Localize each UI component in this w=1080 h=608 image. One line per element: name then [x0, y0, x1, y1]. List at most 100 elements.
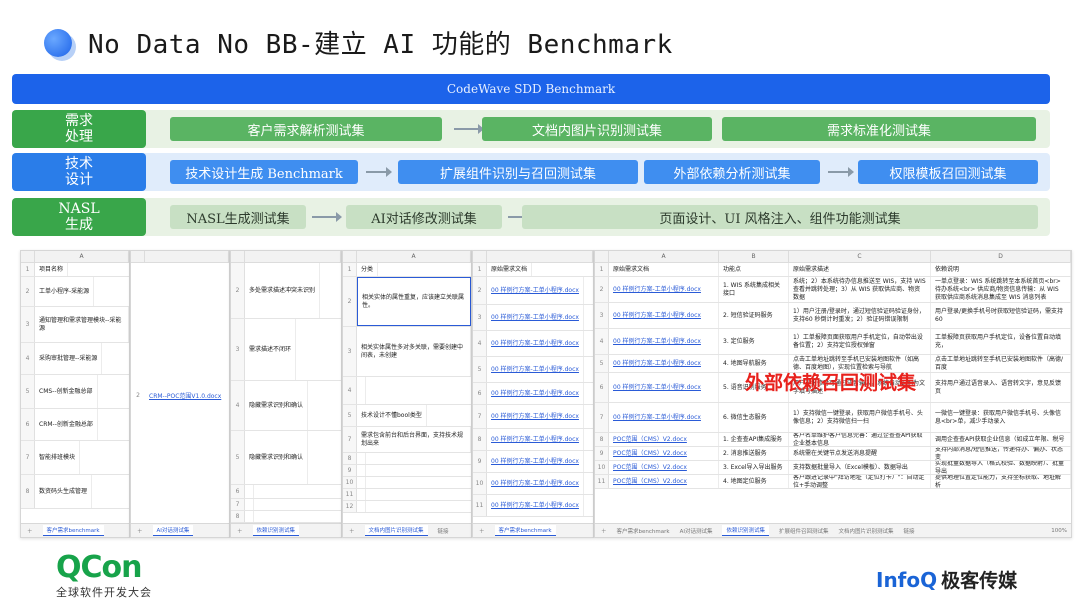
arrow [366, 167, 392, 177]
cell[interactable]: CMS--创新金融总部 [35, 375, 98, 408]
row-number: 3 [595, 303, 609, 328]
doc-link[interactable]: 00 样例行方案-工单小程序.docx [609, 373, 719, 402]
cell[interactable]: 数资码头生成管理 [35, 475, 93, 508]
cell[interactable]: 原始需求描述 [789, 263, 931, 276]
cell[interactable]: 支持用户通过语音录入、语音转文字，意见反馈页 [931, 373, 1071, 402]
cell[interactable]: 点击工单地址跳转至手机已安装地图软件（高德/百度 [931, 355, 1071, 372]
zoom-level[interactable]: 100% [1051, 528, 1071, 534]
cell-selected[interactable]: 相关实体的属性重复，应该建立关联属性。 [357, 277, 471, 326]
sheet-dependency: 2 多处需求描述冲突未识别 3 需求描述不闭环 4 隐藏需求识别和确认 5 隐藏需求识别… [230, 250, 342, 538]
cell[interactable]: 4. 地图定位服务 [719, 475, 789, 488]
sheet-tab[interactable]: 依赖识别测试集 [252, 525, 300, 536]
sheet-tab[interactable]: AI对话测试集 [680, 527, 713, 535]
cell[interactable]: 1）用户注册/登录时，通过短信验证码验证身份，支持60 秒倒计时重发；2）验证码… [789, 303, 931, 328]
doc-link[interactable]: 00 样例行方案-工单小程序.docx [487, 495, 584, 516]
cell[interactable]: 项目名称 [35, 263, 69, 276]
cell[interactable] [245, 499, 254, 510]
cell[interactable]: 1）工单报障页面获取用户手机定位，自动带出设备位置；2）支持定位授权弹窗 [789, 329, 931, 354]
doc-link[interactable]: 00 样例行方案-工单小程序.docx [609, 277, 719, 302]
cell[interactable]: CRM--创新金融总部 [35, 409, 98, 440]
sheet-tab[interactable]: 链接 [438, 527, 449, 535]
sheet-tab[interactable]: 客户需求benchmark [42, 525, 104, 536]
cell[interactable]: 一微信一键登录：获取用户微信手机号、头像信息<br>单，减少手动录入 [931, 403, 1071, 432]
cell[interactable]: 原始需求文档 [609, 263, 719, 276]
cell[interactable]: 智能排班模块 [35, 441, 81, 474]
cell[interactable] [357, 377, 366, 404]
cell[interactable]: 隐藏需求识别和确认 [245, 431, 309, 484]
sheet-tab[interactable]: 文档内图片识别测试集 [838, 527, 893, 535]
doc-link[interactable]: 00 样例行方案-工单小程序.docx [487, 277, 584, 304]
cell[interactable]: 实现批量数据导入（格式校验、数据映射）、批量导出 [931, 461, 1071, 474]
doc-link[interactable]: 00 样例行方案-工单小程序.docx [487, 305, 584, 330]
doc-link[interactable]: 00 样例行方案-工单小程序.docx [487, 451, 584, 472]
cell[interactable]: 技术设计不懂bool类型 [357, 405, 427, 426]
cell[interactable]: 1. WIS 系统集成相关接口 [719, 277, 789, 302]
sheet-tab[interactable]: 客户需求benchmark [617, 527, 670, 535]
cell[interactable]: 通知管理和需求管理模块--采能源 [35, 307, 129, 342]
doc-link[interactable]: 00 样例行方案-工单小程序.docx [487, 383, 584, 404]
doc-link[interactable]: 00 样例行方案-工单小程序.docx [487, 331, 584, 356]
doc-link[interactable]: 00 样例行方案-工单小程序.docx [487, 405, 584, 428]
add-sheet-icon[interactable]: ＋ [237, 527, 243, 535]
doc-link[interactable]: 00 样例行方案-工单小程序.docx [487, 473, 584, 494]
cell[interactable]: 需求描述不闭环 [245, 319, 297, 380]
cell[interactable] [357, 477, 366, 488]
cell[interactable]: 相关实体属性多对多关联，需要创建中间表，未创建 [357, 327, 471, 376]
cell[interactable] [357, 453, 366, 464]
add-sheet-icon[interactable]: ＋ [137, 527, 143, 535]
cell[interactable] [357, 465, 366, 476]
doc-link[interactable]: POC范围（CMS）V2.docx [609, 447, 719, 460]
cell[interactable]: 隐藏需求识别和确认 [245, 381, 309, 430]
cell[interactable]: 3. Excel导入导出服务 [719, 461, 789, 474]
cell[interactable]: 系统需在关键节点发送消息提醒 [789, 447, 931, 460]
cell[interactable]: 支持数据批量导入（Excel模板）、数据导出 [789, 461, 931, 474]
sheet-tab[interactable]: 链接 [904, 527, 915, 535]
doc-link[interactable]: 00 样例行方案-工单小程序.docx [609, 403, 719, 432]
sheet-tab[interactable]: 文档内图片识别测试集 [364, 525, 428, 536]
cell[interactable] [357, 489, 366, 500]
doc-link[interactable]: CRM--POC范围V1.0.docx [149, 391, 221, 400]
cell[interactable]: 2. 消息推送服务 [719, 447, 789, 460]
add-sheet-icon[interactable]: ＋ [479, 527, 485, 535]
doc-link[interactable]: 00 样例行方案-工单小程序.docx [609, 329, 719, 354]
cell[interactable]: 调用企查查API获取企业信息（如成立年限、税号 [931, 433, 1071, 446]
cell[interactable]: 工单小程序-采能源 [35, 277, 95, 306]
cell[interactable]: 客户跟进记录中"拜访地址（定位打卡）"：自动定位+手动调整 [789, 475, 931, 488]
doc-link[interactable]: 00 样例行方案-工单小程序.docx [487, 357, 584, 382]
doc-link[interactable]: POC范围（CMS）V2.docx [609, 475, 719, 488]
add-sheet-icon[interactable]: ＋ [27, 527, 33, 535]
cell[interactable]: 采购审批管理--采能源 [35, 343, 103, 374]
cell[interactable]: 需求包含前台和后台界面，支持技术规划出来 [357, 427, 471, 452]
cell[interactable]: 2. 短信验证码服务 [719, 303, 789, 328]
cell[interactable]: 1. 企查查API集成服务 [719, 433, 789, 446]
cell[interactable]: 系统；2）本系统待办信息推送至 WIS，支持 WIS 查看并跳转处理；3）从 W… [789, 277, 931, 302]
cell[interactable]: 依赖说明 [931, 263, 1071, 276]
doc-link[interactable]: 00 样例行方案-工单小程序.docx [609, 355, 719, 372]
cell[interactable]: 一单点登录：WIS 系统跳转至本系统首页<br> 待办系统<br> 供应商/物资… [931, 277, 1071, 302]
doc-link[interactable]: 00 样例行方案-工单小程序.docx [609, 303, 719, 328]
doc-link[interactable]: POC范围（CMS）V2.docx [609, 433, 719, 446]
add-sheet-icon[interactable]: ＋ [601, 527, 607, 535]
cell[interactable]: 1）支持微信一键登录，获取用户微信手机号、头像信息；2）支持微信扫一扫 [789, 403, 931, 432]
cell[interactable] [245, 511, 254, 522]
cell[interactable]: 工单报障页获取用户手机定位，设备位置自动填充， [931, 329, 1071, 354]
sheet-tab[interactable]: AI对话测试集 [152, 525, 194, 536]
cell[interactable]: 原始需求文档 [487, 263, 533, 276]
cell[interactable] [357, 501, 366, 512]
cell[interactable]: 客户名单维护客户信息完善：通过企查查API获取企业基本信息 [789, 433, 931, 446]
cell[interactable]: 提供地理位置定位能力，支持坐标获取、地址解析 [931, 475, 1071, 488]
doc-link[interactable]: POC范围（CMS）V2.docx [609, 461, 719, 474]
doc-link[interactable]: 00 样例行方案-工单小程序.docx [487, 429, 584, 450]
cell[interactable]: 功能点 [719, 263, 789, 276]
cell[interactable]: 多处需求描述冲突未识别 [245, 263, 321, 318]
add-sheet-icon[interactable]: ＋ [349, 527, 355, 535]
cell[interactable]: 6. 微信生态服务 [719, 403, 789, 432]
cell[interactable] [245, 485, 254, 498]
sheet-tab[interactable]: 客户需求benchmark [494, 525, 556, 536]
sheet-tab-active[interactable]: 依赖识别测试集 [722, 525, 769, 536]
cell[interactable]: 用户登录/更换手机号时获取短信验证码，需支持 60 [931, 303, 1071, 328]
cell[interactable]: 支持内部消息/短信推送，传递待办、偏办、状态变 [931, 447, 1071, 460]
sheet-tab[interactable]: 扩展组件召回测试集 [779, 527, 829, 535]
cell[interactable]: 分类 [357, 263, 379, 276]
cell[interactable]: 3. 定位服务 [719, 329, 789, 354]
